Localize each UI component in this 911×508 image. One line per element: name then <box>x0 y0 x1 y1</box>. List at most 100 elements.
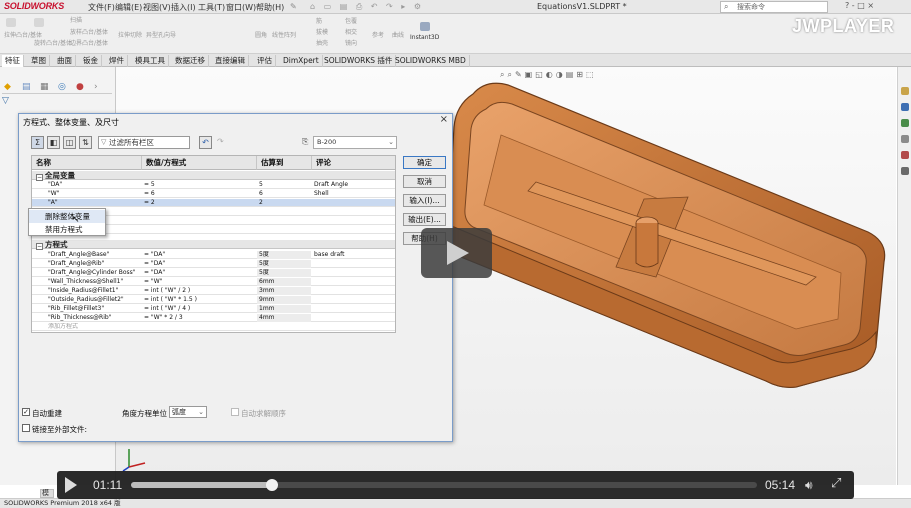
add-equation-placeholder[interactable]: 添加方程式 <box>46 323 141 331</box>
auto-solve-checkbox[interactable] <box>231 408 239 416</box>
filter-icon[interactable]: ▽ <box>2 96 9 106</box>
resources-icon[interactable] <box>901 87 909 95</box>
redo-icon[interactable]: ↷ <box>217 137 224 146</box>
collapse-icon[interactable]: − <box>36 174 43 181</box>
table-row[interactable]: "W" = 6 6 Shell <box>32 190 395 198</box>
expand-tab-icon[interactable]: › <box>94 82 98 92</box>
cell-comment[interactable] <box>312 296 392 304</box>
cell-name[interactable]: "DA" <box>46 181 141 189</box>
tb-reference[interactable]: 参考 <box>372 32 384 39</box>
cell-name[interactable]: "W" <box>46 190 141 198</box>
table-row[interactable]: "Outside_Radius@Fillet2" = int ( "W" * 1… <box>32 296 395 304</box>
menu-view[interactable]: 视图(V) <box>143 2 171 13</box>
table-row[interactable]: "DA" = 5 5 Draft Angle <box>32 181 395 189</box>
tb-intersect[interactable]: 相交 <box>345 29 357 36</box>
table-row[interactable]: "Wall_Thickness@Shell1" = "W" 6mm <box>32 278 395 286</box>
heads-up-view-toolbar[interactable]: ⌕⌕✎▣◱◐◑▤⊞⬚ <box>500 70 597 80</box>
menu-tools[interactable]: 工具(T) <box>198 2 225 13</box>
config-tab-icon[interactable]: ▦ <box>40 82 49 92</box>
export-button[interactable]: 输出(E)... <box>403 213 446 226</box>
tb-hole-wizard[interactable]: 异型孔向导 <box>146 32 176 39</box>
fullscreen-icon[interactable]: ⤢ <box>831 476 841 491</box>
menu-file[interactable]: 文件(F) <box>88 2 115 13</box>
table-row[interactable]: "Rib_Thickness@Rib" = "W" * 2 / 3 4mm <box>32 314 395 322</box>
tb-loft-boss[interactable]: 放样凸台/基体 <box>70 29 108 36</box>
menu-window[interactable]: 窗口(W) <box>226 2 256 13</box>
cell-name[interactable]: "Draft_Angle@Base" <box>46 251 141 259</box>
tb-draft[interactable]: 拔模 <box>316 29 328 36</box>
table-row[interactable]: "Rib_Fillet@Fillet3" = int ( "W" / 4 ) 1… <box>32 305 395 313</box>
ordered-view-icon[interactable]: ⇅ <box>79 136 92 149</box>
model-tab[interactable]: 模 <box>40 489 54 498</box>
cell-name[interactable]: "Outside_Radius@Fillet2" <box>46 296 141 304</box>
property-tab-icon[interactable]: ▤ <box>22 82 31 92</box>
cell-comment[interactable]: Shell <box>312 190 392 198</box>
cell-value[interactable]: = int ( "W" * 1.5 ) <box>142 296 256 304</box>
dimension-view-icon[interactable]: ◫ <box>63 136 76 149</box>
custom-properties-icon[interactable] <box>901 167 909 175</box>
ok-button[interactable]: 确定 <box>403 156 446 169</box>
display-tab-icon[interactable]: ● <box>76 82 84 92</box>
tab-features[interactable]: 特征 <box>2 55 24 67</box>
auto-rebuild-checkbox[interactable]: ✓ <box>22 408 30 416</box>
tb-rib[interactable]: 筋 <box>316 18 322 25</box>
design-library-icon[interactable] <box>901 103 909 111</box>
cell-comment[interactable] <box>312 278 392 286</box>
instant3d-button[interactable]: Instant3D <box>410 34 439 41</box>
feature-manager-tabs[interactable]: ◆ ▤ ▦ ◎ ● › <box>2 80 112 94</box>
group-global-variables[interactable]: − 全局变量 <box>32 171 395 181</box>
tb-boundary-boss[interactable]: 边界凸台/基体 <box>70 40 108 47</box>
cell-value[interactable]: = 2 <box>142 199 256 207</box>
table-row[interactable]: "Draft_Angle@Rib" = "DA" 5度 <box>32 260 395 268</box>
cell-value[interactable]: = 5 <box>142 181 256 189</box>
tab-data-migration[interactable]: 数据迁移 <box>172 55 209 67</box>
tab-surfaces[interactable]: 曲面 <box>54 55 76 67</box>
col-header-name[interactable]: 名称 <box>32 156 142 170</box>
tb-revolve-boss[interactable]: 旋转凸台/基体 <box>34 40 72 47</box>
cell-value[interactable]: = int ( "W" / 2 ) <box>142 287 256 295</box>
tab-dimxpert[interactable]: DimXpert <box>280 55 323 67</box>
cell-value[interactable]: = "DA" <box>142 251 256 259</box>
cell-value[interactable]: = 6 <box>142 190 256 198</box>
instant3d-icon[interactable] <box>420 22 430 31</box>
import-button[interactable]: 输入(I)... <box>403 194 446 207</box>
cell-comment[interactable]: Draft Angle <box>312 181 392 189</box>
cell-comment[interactable] <box>312 305 392 313</box>
menu-delete-global-variable[interactable]: 删除整体变量 <box>29 210 105 223</box>
view-palette-icon[interactable] <box>901 135 909 143</box>
tb-fillet[interactable]: 圆角 <box>255 32 267 39</box>
cell-comment[interactable]: base draft <box>312 251 392 259</box>
cell-comment[interactable] <box>312 314 392 322</box>
group-equations[interactable]: − 方程式 <box>32 240 395 250</box>
equation-view-icon[interactable]: Σ <box>31 136 44 149</box>
tb-extrude-cut[interactable]: 拉伸切除 <box>118 32 142 39</box>
menu-disable-equation[interactable]: 禁用方程式 <box>29 223 105 236</box>
tb-wrap[interactable]: 包覆 <box>345 18 357 25</box>
tab-weldments[interactable]: 焊件 <box>106 55 128 67</box>
equations-table[interactable]: 名称 数值/方程式 估算到 评论 − 全局变量 "DA" = 5 5 Draft … <box>31 155 396 333</box>
volume-icon[interactable]: 🔊︎ <box>805 478 813 493</box>
progress-handle[interactable] <box>266 479 279 491</box>
cell-value[interactable]: = "DA" <box>142 260 256 268</box>
angle-unit-select[interactable]: 弧度 ⌄ <box>169 406 207 418</box>
menu-help[interactable]: 帮助(H) <box>256 2 284 13</box>
cell-comment[interactable] <box>312 260 392 268</box>
tab-sheet-metal[interactable]: 钣金 <box>80 55 102 67</box>
appearances-icon[interactable] <box>901 151 909 159</box>
tab-solidworks-mbd[interactable]: SOLIDWORKS MBD <box>392 55 470 67</box>
extrude-boss-icon[interactable] <box>6 18 16 27</box>
cell-value[interactable]: = "W" <box>142 278 256 286</box>
cell-value[interactable]: = int ( "W" / 4 ) <box>142 305 256 313</box>
tb-sweep[interactable]: 扫描 <box>70 17 82 24</box>
dimxpert-tab-icon[interactable]: ◎ <box>58 82 66 92</box>
cell-name[interactable]: "Inside_Radius@Fillet1" <box>46 287 141 295</box>
tb-extrude-boss[interactable]: 拉伸凸台/基体 <box>4 32 42 39</box>
cell-comment[interactable] <box>312 199 392 207</box>
cell-name[interactable]: "Wall_Thickness@Shell1" <box>46 278 141 286</box>
revolve-boss-icon[interactable] <box>34 18 44 27</box>
cell-name[interactable]: "Rib_Thickness@Rib" <box>46 314 141 322</box>
table-row[interactable]: "Draft_Angle@Cylinder Boss" = "DA" 5度 <box>32 269 395 277</box>
file-explorer-icon[interactable] <box>901 119 909 127</box>
tb-shell[interactable]: 抽壳 <box>316 40 328 47</box>
tb-linear-pattern[interactable]: 线性阵列 <box>272 32 296 39</box>
